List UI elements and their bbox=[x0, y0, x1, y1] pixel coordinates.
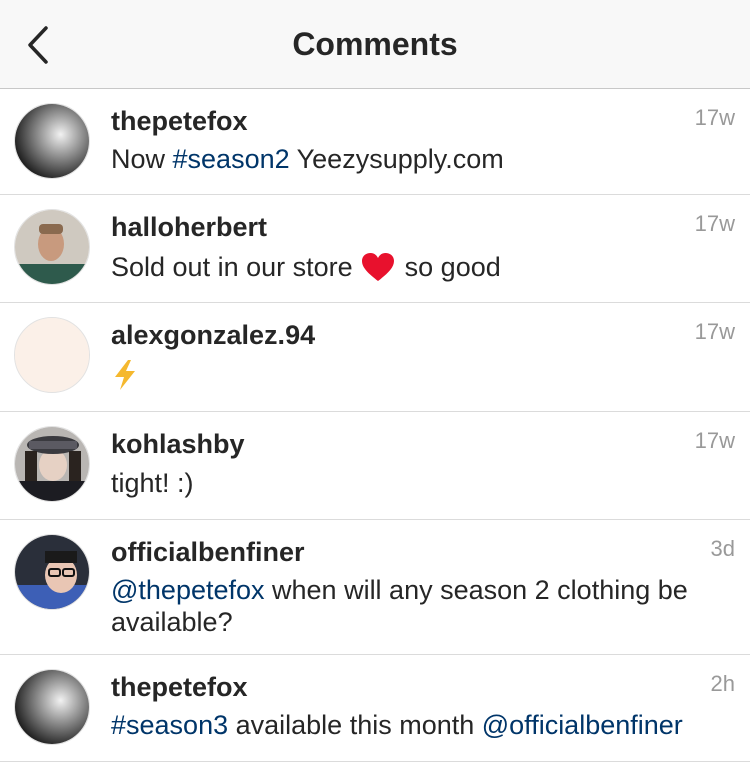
hashtag-link[interactable]: #season3 bbox=[111, 710, 228, 740]
comment-username[interactable]: alexgonzalez.94 bbox=[111, 320, 315, 351]
chevron-left-icon bbox=[28, 26, 48, 64]
comment-text bbox=[111, 359, 736, 392]
comment-time: 17w bbox=[694, 428, 735, 453]
heart-icon bbox=[361, 253, 394, 281]
hashtag-link[interactable]: #season2 bbox=[173, 144, 290, 174]
avatar[interactable] bbox=[14, 317, 90, 393]
comment-item: kohlashby 17w tight! :) bbox=[0, 412, 750, 520]
lightning-icon bbox=[115, 360, 135, 390]
mention-link[interactable]: @officialbenfiner bbox=[482, 710, 683, 740]
comment-item: thepetefox 2h #season3 available this mo… bbox=[0, 655, 750, 762]
comment-text: #season3 available this month @officialb… bbox=[111, 710, 683, 740]
comment-text: tight! :) bbox=[111, 468, 194, 498]
avatar[interactable] bbox=[14, 426, 90, 502]
comment-time: 17w bbox=[694, 211, 735, 236]
comment-username[interactable]: thepetefox bbox=[111, 672, 248, 703]
avatar[interactable] bbox=[14, 103, 90, 179]
comment-username[interactable]: halloherbert bbox=[111, 212, 267, 243]
comment-time: 3d bbox=[710, 536, 735, 561]
back-button[interactable] bbox=[22, 24, 58, 66]
avatar[interactable] bbox=[14, 209, 90, 285]
comment-username[interactable]: officialbenfiner bbox=[111, 537, 305, 568]
comment-time: 17w bbox=[694, 105, 735, 130]
comment-item: alexgonzalez.94 17w bbox=[0, 303, 750, 412]
nav-header: Comments bbox=[0, 0, 750, 89]
comment-item: halloherbert 17w Sold out in our store so… bbox=[0, 195, 750, 303]
avatar[interactable] bbox=[14, 534, 90, 610]
comment-item: thepetefox 17w Now #season2 Yeezysupply.… bbox=[0, 89, 750, 195]
mention-link[interactable]: @thepetefox bbox=[111, 575, 265, 605]
comment-text: Sold out in our store so good bbox=[111, 252, 501, 282]
comment-time: 2h bbox=[710, 671, 735, 696]
comment-text: Now #season2 Yeezysupply.com bbox=[111, 144, 504, 174]
comment-username[interactable]: thepetefox bbox=[111, 106, 248, 137]
comment-item: officialbenfiner 3d @thepetefox when wil… bbox=[0, 520, 750, 655]
comment-text: @thepetefox when will any season 2 cloth… bbox=[111, 575, 688, 637]
avatar[interactable] bbox=[14, 669, 90, 745]
comment-username[interactable]: kohlashby bbox=[111, 429, 245, 460]
comment-time: 17w bbox=[694, 319, 735, 344]
page-title: Comments bbox=[292, 26, 458, 62]
